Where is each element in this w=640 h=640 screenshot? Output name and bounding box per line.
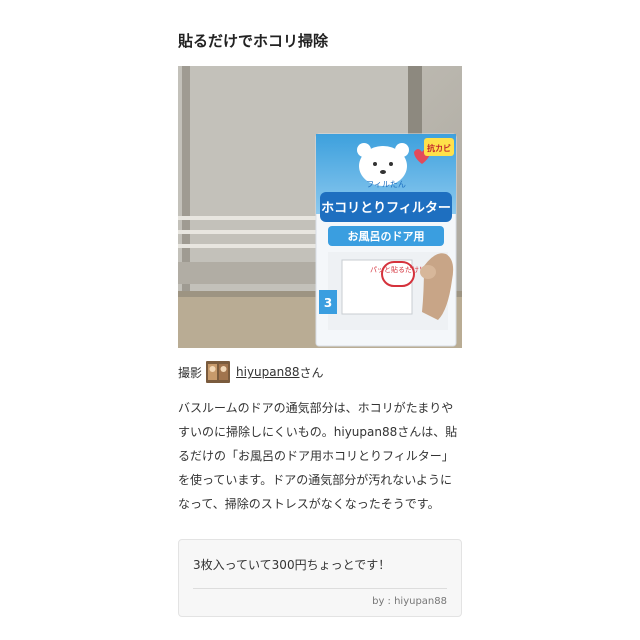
- product-badge: 抗カビ: [427, 143, 451, 153]
- photo-credit: 撮影 hiyupan88 さん: [178, 361, 324, 383]
- product-subtitle: お風呂のドア用: [348, 230, 425, 243]
- quote-card: 3枚入っていて300円ちょっとです！ by : hiyupan88: [178, 539, 462, 617]
- credit-suffix: さん: [299, 365, 324, 380]
- product-series: フィルたん: [366, 180, 406, 189]
- product-tagline: パッと貼るだけ！: [370, 265, 426, 274]
- article-body: バスルームのドアの通気部分は、ホコリがたまりやすいのに掃除しにくいもの。hiyu…: [178, 401, 458, 511]
- credit-label: 撮影: [178, 365, 203, 380]
- quote-text: 3枚入っていて300円ちょっとです！: [193, 558, 391, 572]
- product-photo-image: フィルたん ホコリとりフィルター お風呂のドア用 抗カビ 3 パッと貼るだけ！: [178, 66, 462, 348]
- article-heading: 貼るだけでホコリ掃除: [178, 32, 329, 50]
- article-photo[interactable]: フィルたん ホコリとりフィルター お風呂のドア用 抗カビ 3 パッと貼るだけ！: [178, 66, 462, 348]
- avatar[interactable]: [206, 361, 231, 383]
- product-title: ホコリとりフィルター: [321, 201, 451, 216]
- quote-author: by : hiyupan88: [372, 596, 447, 607]
- credit-username-link[interactable]: hiyupan88: [236, 365, 300, 379]
- product-count: 3: [324, 296, 332, 310]
- quote-divider: [193, 588, 447, 589]
